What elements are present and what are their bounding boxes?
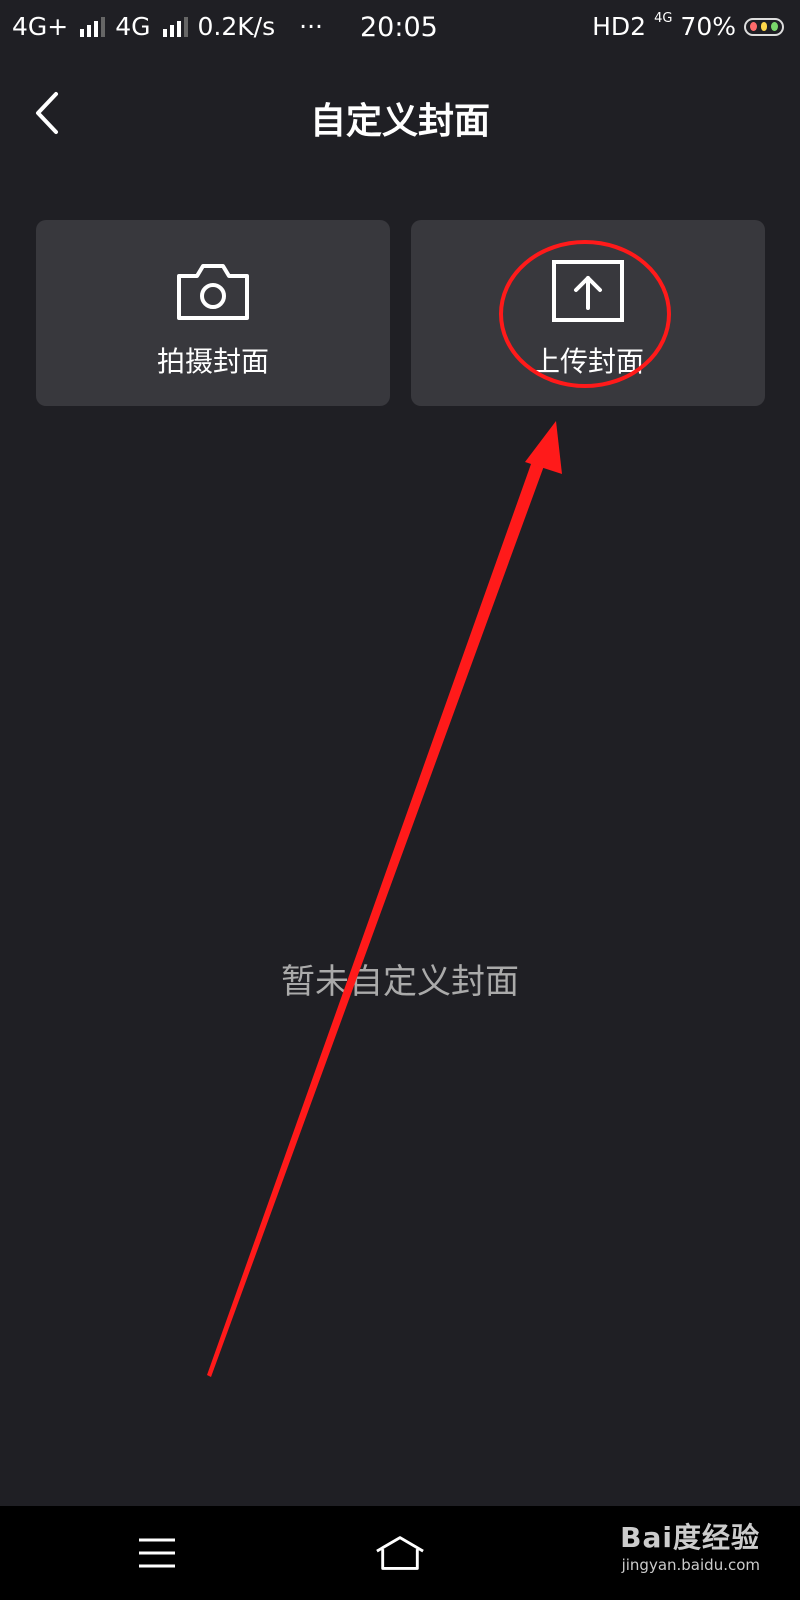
battery-percent: 70% (680, 12, 736, 41)
upload-cover-button[interactable]: 上传封面 (411, 220, 765, 406)
annotation-arrow-shaft (207, 450, 548, 1377)
header: 自定义封面 (0, 70, 800, 160)
watermark-url: jingyan.baidu.com (621, 1556, 760, 1574)
watermark-logo: Bai度经验 (620, 1521, 760, 1554)
signal-icon-2 (162, 16, 188, 37)
home-button[interactable] (375, 1528, 425, 1578)
network-speed: 0.2K/s (197, 12, 276, 41)
home-icon (376, 1536, 424, 1570)
hd-label: HD2 (592, 12, 647, 41)
watermark: Bai度经验 jingyan.baidu.com (620, 1516, 760, 1574)
clock: 20:05 (360, 12, 438, 43)
take-cover-label: 拍摄封面 (156, 345, 269, 378)
menu-button[interactable] (132, 1528, 182, 1578)
network-label-2: 4G (115, 12, 151, 41)
status-right: HD2 4G 70% (592, 12, 784, 41)
upload-icon (550, 260, 626, 322)
camera-icon (175, 260, 251, 322)
system-nav-bar: Bai度经验 jingyan.baidu.com (0, 1506, 800, 1600)
empty-state-text: 暂未自定义封面 (281, 962, 519, 1002)
network-small-label: 4G (654, 11, 673, 26)
annotation-arrow-head (525, 421, 562, 474)
signal-icon (80, 16, 106, 37)
menu-icon (139, 1538, 175, 1568)
status-bar: 4G+ 4G 0.2K/s ··· 20:05 HD2 4G 70% (0, 0, 800, 56)
status-left: 4G+ 4G 0.2K/s ··· (12, 12, 323, 41)
network-label-1: 4G+ (12, 12, 69, 41)
take-cover-button[interactable]: 拍摄封面 (36, 220, 390, 406)
page-title: 自定义封面 (309, 101, 490, 142)
more-notifications-icon: ··· (299, 12, 323, 41)
battery-icon (744, 17, 784, 36)
upload-cover-label: 上传封面 (531, 345, 644, 378)
